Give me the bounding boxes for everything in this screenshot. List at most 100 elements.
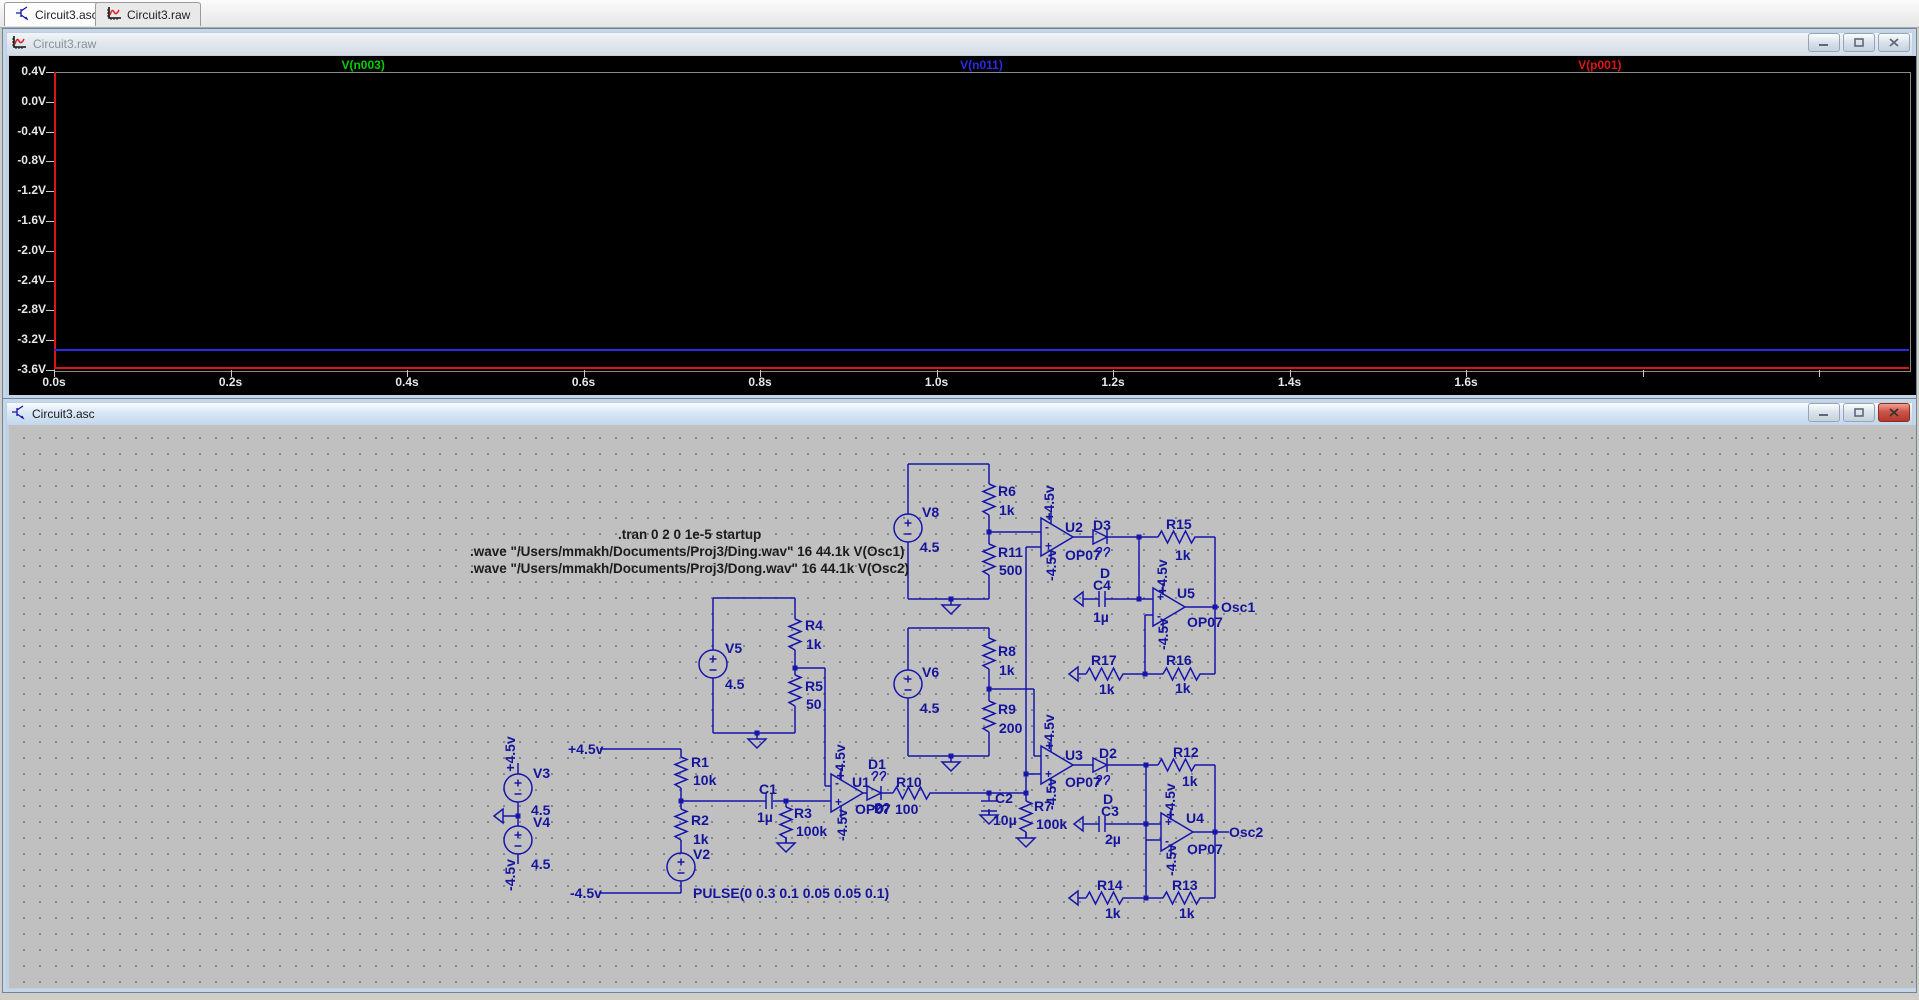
component-label[interactable]: 200 — [999, 720, 1023, 736]
restore-button[interactable] — [1843, 403, 1875, 422]
resistor[interactable] — [983, 484, 995, 515]
component-label[interactable]: D — [874, 800, 884, 816]
component-label[interactable]: D1 — [868, 756, 886, 772]
component-label[interactable]: Osc1 — [1221, 599, 1255, 615]
component-label[interactable]: +4.5v — [1041, 485, 1057, 521]
voltage-source[interactable] — [699, 650, 727, 678]
waveform-window-titlebar[interactable]: Circuit3.raw — [7, 33, 1912, 55]
component-label[interactable]: -4.5v — [1043, 549, 1059, 581]
component-label[interactable]: R15 — [1166, 516, 1192, 532]
resistor[interactable] — [1158, 759, 1198, 771]
minimize-button[interactable] — [1808, 403, 1840, 422]
component-label[interactable]: 1k — [806, 636, 822, 652]
component-label[interactable]: 1k — [1175, 547, 1191, 563]
resistor[interactable] — [983, 544, 995, 575]
ground-flag[interactable] — [1074, 817, 1083, 831]
component-label[interactable]: +4.5v — [1154, 559, 1170, 595]
component-label[interactable]: V6 — [922, 664, 939, 680]
resistor[interactable] — [675, 757, 687, 788]
component-label[interactable]: C1 — [759, 781, 777, 797]
component-label[interactable]: 10µ — [993, 812, 1017, 828]
component-label[interactable]: D2 — [1099, 745, 1117, 761]
component-label[interactable]: -4.5v — [570, 885, 602, 901]
spice-directive[interactable]: .tran 0 2 0 1e-5 startup — [618, 527, 761, 542]
trace-name-label[interactable]: V(p001) — [1578, 58, 1621, 72]
waveform-plot-area[interactable]: 0.4V0.0V-0.4V-0.8V-1.2V-1.6V-2.0V-2.4V-2… — [9, 56, 1916, 395]
component-label[interactable]: 50 — [806, 696, 822, 712]
resistor[interactable] — [983, 638, 995, 669]
component-label[interactable]: 1k — [1182, 773, 1198, 789]
resistor[interactable] — [1158, 531, 1198, 543]
component-label[interactable]: 1k — [1099, 681, 1115, 697]
component-label[interactable]: 4.5 — [920, 700, 940, 716]
component-label[interactable]: 1k — [999, 662, 1015, 678]
component-label[interactable]: -4.5v — [834, 809, 850, 841]
component-label[interactable]: +4.5v — [1041, 714, 1057, 750]
component-label[interactable]: R4 — [805, 617, 823, 633]
component-label[interactable]: OP07 — [1065, 547, 1101, 563]
resistor[interactable] — [789, 675, 801, 706]
component-label[interactable]: -4.5v — [1043, 778, 1059, 810]
spice-directive[interactable]: .wave "/Users/mmakh/Documents/Proj3/Dong… — [470, 561, 909, 576]
component-label[interactable]: U1 — [852, 774, 870, 790]
component-label[interactable]: V4 — [533, 814, 550, 830]
component-label[interactable]: C2 — [995, 790, 1013, 806]
component-label[interactable]: D3 — [1093, 517, 1111, 533]
resistor[interactable] — [1086, 668, 1126, 680]
component-label[interactable]: V3 — [533, 765, 550, 781]
component-label[interactable]: 500 — [999, 562, 1023, 578]
component-label[interactable]: 2µ — [1105, 831, 1121, 847]
voltage-source[interactable] — [504, 774, 532, 802]
component-label[interactable]: 1k — [693, 831, 709, 847]
resistor[interactable] — [1086, 892, 1126, 904]
tab-circuit3-raw[interactable]: Circuit3.raw — [95, 2, 201, 26]
resistor[interactable] — [675, 809, 687, 840]
capacitor[interactable] — [1099, 591, 1105, 607]
component-label[interactable]: +4.5v — [832, 744, 848, 780]
resistor[interactable] — [1163, 892, 1203, 904]
component-label[interactable]: -4.5v — [502, 859, 518, 891]
component-label[interactable]: -4.5v — [1163, 844, 1179, 876]
component-label[interactable]: OP07 — [1187, 614, 1223, 630]
component-label[interactable]: +4.5v — [568, 741, 604, 757]
resistor[interactable] — [780, 807, 792, 838]
ground-flag[interactable] — [1069, 667, 1078, 681]
component-label[interactable]: U2 — [1065, 519, 1083, 535]
component-label[interactable]: 100 — [895, 801, 919, 817]
close-button[interactable] — [1878, 33, 1910, 52]
component-label[interactable]: R3 — [794, 805, 812, 821]
component-label[interactable]: C4 — [1093, 577, 1111, 593]
component-label[interactable]: R8 — [998, 643, 1016, 659]
component-label[interactable]: 4.5 — [531, 856, 551, 872]
component-label[interactable]: 1µ — [1093, 609, 1109, 625]
component-label[interactable]: V5 — [725, 640, 742, 656]
component-label[interactable]: R5 — [805, 678, 823, 694]
component-label[interactable]: R2 — [691, 812, 709, 828]
component-label[interactable]: V8 — [922, 504, 939, 520]
component-label[interactable]: +4.5v — [502, 736, 518, 772]
component-label[interactable]: PULSE(0 0.3 0.1 0.05 0.05 0.1) — [693, 885, 889, 901]
trace-name-label[interactable]: V(n003) — [341, 58, 384, 72]
component-label[interactable]: R6 — [998, 483, 1016, 499]
ground-flag[interactable] — [1069, 891, 1078, 905]
component-label[interactable]: 4.5 — [725, 676, 745, 692]
component-label[interactable]: OP07 — [1065, 774, 1101, 790]
component-label[interactable]: 10k — [693, 772, 717, 788]
voltage-source[interactable] — [894, 670, 922, 698]
component-label[interactable]: R16 — [1166, 652, 1192, 668]
component-label[interactable]: U4 — [1186, 810, 1204, 826]
resistor[interactable] — [1020, 801, 1032, 832]
component-label[interactable]: 100k — [796, 823, 827, 839]
ground-symbol[interactable] — [1017, 832, 1035, 847]
component-label[interactable]: Osc2 — [1229, 824, 1263, 840]
ground-flag[interactable] — [1074, 592, 1083, 606]
trace-name-label[interactable]: V(n011) — [960, 58, 1003, 72]
component-label[interactable]: R17 — [1091, 652, 1117, 668]
tab-circuit3-asc[interactable]: Circuit3.asc — [4, 2, 109, 26]
component-label[interactable]: OP07 — [1187, 841, 1223, 857]
component-label[interactable]: 100k — [1036, 816, 1067, 832]
component-label[interactable]: R1 — [691, 754, 709, 770]
component-label[interactable]: OP07 — [855, 801, 891, 817]
component-label[interactable]: 4.5 — [920, 539, 940, 555]
component-label[interactable]: R10 — [896, 774, 922, 790]
